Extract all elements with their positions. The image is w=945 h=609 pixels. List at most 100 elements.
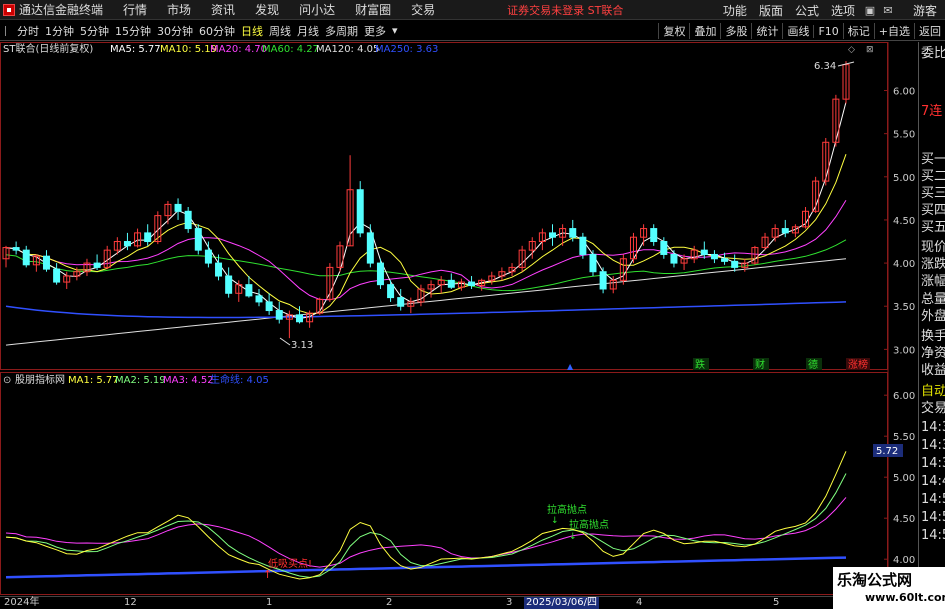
candle-body <box>265 301 273 312</box>
panel-maximize-icon[interactable]: ⊠ <box>866 45 874 55</box>
login-notice[interactable]: 证券交易未登录 ST联合 <box>507 2 623 18</box>
candle-body <box>650 228 658 243</box>
add-watchlist-button[interactable]: +自选 <box>873 23 914 39</box>
up-arrow-icon: ↑ <box>263 568 272 581</box>
legend-ma10: MA10: 5.19 <box>160 44 217 55</box>
menu-item-trade[interactable]: 交易 <box>401 1 445 18</box>
axis-tick-label: 4.00 <box>893 555 915 566</box>
side-outer: 外盘 <box>921 309 945 324</box>
period-daily[interactable]: 日线 <box>238 23 266 39</box>
candle-body <box>781 228 789 234</box>
period-30min[interactable]: 30分钟 <box>154 23 196 39</box>
axis-tick-label: 4.00 <box>893 259 915 270</box>
message-icon[interactable]: ✉ <box>879 4 897 17</box>
chevron-down-icon[interactable]: ▾ <box>389 24 401 37</box>
side-earnings: 收益 <box>921 363 945 378</box>
candle-body <box>721 258 729 262</box>
sub-legend-name: 股朋指标网 <box>15 373 65 386</box>
sub-legend-circle-icon[interactable]: ⊙ <box>3 375 11 386</box>
candle-body <box>589 253 597 273</box>
date-label-mar: 3 <box>506 597 513 608</box>
skin-icon[interactable]: ▣ <box>861 4 879 17</box>
candle-body <box>549 232 557 238</box>
axis-tick-label: 3.00 <box>893 345 915 356</box>
candle-body <box>599 271 607 290</box>
date-label-may: 5 <box>773 597 780 608</box>
menu-item-market[interactable]: 市场 <box>157 1 201 18</box>
axis-tick-label: 5.00 <box>893 473 915 484</box>
period-intraday[interactable]: 分时 <box>14 23 42 39</box>
side-change-pct: 涨幅 <box>921 274 945 289</box>
sub-current-value: 5.72 <box>876 446 898 457</box>
adjust-button[interactable]: 复权 <box>658 23 689 39</box>
axis-tick-label: 6.00 <box>893 87 915 98</box>
menu-item-formula[interactable]: 公式 <box>789 2 825 19</box>
event-marker-finance[interactable]: 财 <box>755 358 765 371</box>
low-price-leader <box>279 337 291 346</box>
candle-body <box>174 203 182 212</box>
candle-body <box>397 297 405 307</box>
period-multi[interactable]: 多周期 <box>322 23 361 39</box>
candle-body <box>710 253 718 260</box>
candle-body <box>387 284 395 299</box>
multi-stock-button[interactable]: 多股 <box>720 23 751 39</box>
period-5min[interactable]: 5分钟 <box>77 23 112 39</box>
main-legend-name: ST联合(日线前复权) <box>3 42 93 55</box>
menu-item-discover[interactable]: 发现 <box>245 1 289 18</box>
menu-item-function[interactable]: 功能 <box>717 2 753 19</box>
period-monthly[interactable]: 月线 <box>294 23 322 39</box>
period-60min[interactable]: 60分钟 <box>196 23 238 39</box>
info-triangle-icon[interactable]: ▲ <box>567 362 574 371</box>
candle-body <box>275 310 283 320</box>
back-button[interactable]: 返回 <box>914 23 945 39</box>
settings-diamond-icon[interactable]: ◇ <box>848 45 855 55</box>
axis-tick-label: 5.50 <box>893 432 915 443</box>
sell-signal-1: 拉高抛点 <box>547 503 587 516</box>
overlay-button[interactable]: 叠加 <box>689 23 720 39</box>
side-bid3: 买三 <box>921 186 945 201</box>
ma120-line <box>5 258 847 346</box>
period-15min[interactable]: 15分钟 <box>112 23 154 39</box>
side-auto-button[interactable]: 自动 <box>921 384 945 400</box>
ma60-line <box>5 239 847 292</box>
candle-body <box>366 232 374 264</box>
mark-button[interactable]: 标记 <box>842 23 874 39</box>
menu-item-wealth[interactable]: 财富圈 <box>345 1 401 18</box>
side-bid2: 买二 <box>921 169 945 184</box>
draw-button[interactable]: 画线 <box>782 23 813 39</box>
candle-body <box>12 247 20 251</box>
period-more[interactable]: 更多 <box>361 23 389 39</box>
watermark-url: www.60lt.com <box>865 591 945 604</box>
side-volume: 总量 <box>921 292 945 307</box>
stats-button[interactable]: 统计 <box>751 23 782 39</box>
legend-ma120: MA120: 4.05 <box>316 44 379 55</box>
axis-tick-label: 4.50 <box>893 216 915 227</box>
guest-label[interactable]: 游客 <box>913 2 937 19</box>
menu-item-layout[interactable]: 版面 <box>753 2 789 19</box>
side-change: 涨跌 <box>921 257 945 272</box>
period-1min[interactable]: 1分钟 <box>42 23 77 39</box>
side-trade-button[interactable]: 交易 <box>921 401 945 417</box>
menu-item-ask[interactable]: 问小达 <box>289 1 345 18</box>
menu-item-quotes[interactable]: 行情 <box>113 1 157 18</box>
sub-ma2-line <box>5 473 847 578</box>
candle-body <box>194 228 202 251</box>
period-weekly[interactable]: 周线 <box>266 23 294 39</box>
watermark-title: 乐淘公式网 <box>837 571 913 589</box>
candle-body <box>255 295 263 303</box>
axis-tick-label: 5.00 <box>893 173 915 184</box>
menu-item-news[interactable]: 资讯 <box>201 1 245 18</box>
side-time-2: 14:36 <box>921 438 945 453</box>
side-bid4: 买四 <box>921 203 945 218</box>
event-marker-drop[interactable]: 跌 <box>695 358 705 371</box>
menu-item-options[interactable]: 选项 <box>825 2 861 19</box>
f10-button[interactable]: F10 <box>813 24 842 38</box>
candle-body <box>731 260 739 268</box>
date-axis: 2024年 12 1 2 3 2025/03/06/四 4 5 <box>0 596 918 609</box>
legend-sub-ma3: MA3: 4.52 <box>163 375 214 386</box>
event-marker-virtue[interactable]: 德 <box>808 358 818 371</box>
kline-chart[interactable]: ST联合(日线前复权) MA5: 5.77 MA10: 5.19 MA20: 4… <box>0 42 918 596</box>
sub-ma3-line <box>5 497 847 568</box>
event-marker-top-gainers[interactable]: 涨榜 <box>848 358 868 371</box>
ma250-line <box>5 301 847 319</box>
